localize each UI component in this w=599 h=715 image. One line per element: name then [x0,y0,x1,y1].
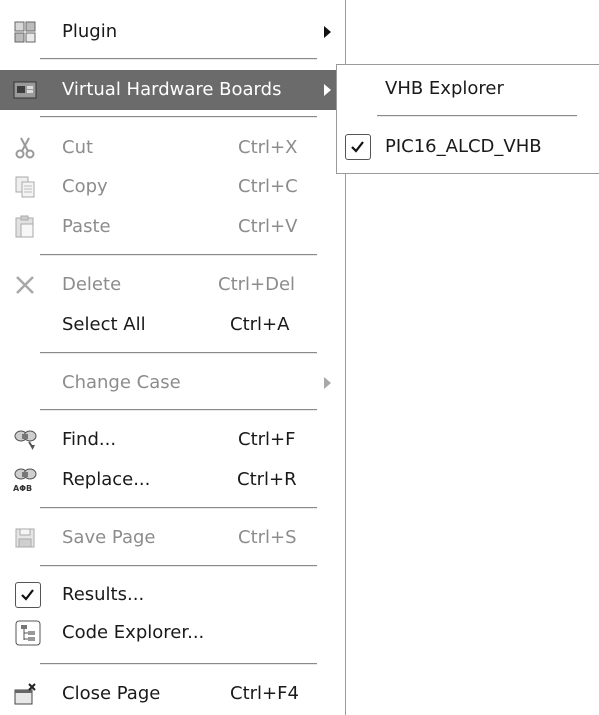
plugin-icon [13,20,37,44]
svg-text:AΦB: AΦB [13,484,32,492]
paste-icon [13,215,37,239]
copy-icon [13,175,37,199]
menu-item-change-case[interactable]: Change Case [0,363,345,403]
save-icon [13,526,37,550]
menu-separator [40,352,317,353]
menu-item-code-explorer[interactable]: Code Explorer... [0,613,345,653]
menu-item-virtual-hardware-boards[interactable]: Virtual Hardware Boards [0,70,345,110]
submenu-item-vhb-explorer[interactable]: VHB Explorer [337,69,599,109]
menu-item-save-page[interactable]: Save Page Ctrl+S [0,518,345,558]
shortcut-label: Ctrl+R [237,469,297,490]
menu-item-label: Code Explorer... [62,622,205,643]
menu-item-label: Results... [62,584,145,605]
menu-item-label: Virtual Hardware Boards [62,79,282,100]
scissors-icon [13,136,37,160]
shortcut-label: Ctrl+V [238,216,298,237]
menu-item-paste[interactable]: Paste Ctrl+V [0,207,345,247]
menu-item-cut[interactable]: Cut Ctrl+X [0,128,345,168]
menu-item-label: Select All [62,314,146,335]
replace-icon: AΦB [13,468,37,493]
menu-item-label: Cut [62,137,94,158]
find-icon [13,428,37,452]
menu-separator [40,507,317,508]
close-page-icon [13,682,37,706]
shortcut-label: Ctrl+X [238,137,298,158]
shortcut-label: Ctrl+F4 [230,683,299,704]
menu-separator [40,409,317,410]
check-icon [345,134,371,160]
menu-item-label: PIC16_ALCD_VHB [385,136,542,157]
menu-item-copy[interactable]: Copy Ctrl+C [0,167,345,207]
menu-item-plugin[interactable]: Plugin [0,12,345,52]
hardware-board-icon [13,78,37,102]
shortcut-label: Ctrl+Del [218,274,296,295]
menu-item-label: Paste [62,216,111,237]
menu-item-select-all[interactable]: Select All Ctrl+A [0,305,345,345]
code-explorer-icon [15,620,41,646]
shortcut-label: Ctrl+A [230,314,290,335]
menu-item-close-page[interactable]: Close Page Ctrl+F4 [0,674,345,714]
menu-item-label: Change Case [62,372,181,393]
menu-item-results[interactable]: Results... [0,575,345,615]
menu-item-label: Delete [62,274,122,295]
menu-separator [40,116,317,117]
menu-item-label: Find... [62,429,117,450]
menu-item-label: Close Page [62,683,161,704]
menu-item-label: Copy [62,176,108,197]
check-icon [15,582,41,608]
submenu-arrow-icon [324,26,331,38]
shortcut-label: Ctrl+F [238,429,296,450]
menu-item-replace[interactable]: AΦB Replace... Ctrl+R [0,460,345,500]
context-menu: Plugin Virtual Hardware Boards Cut Ctrl+… [0,0,346,715]
menu-item-label: Save Page [62,527,156,548]
menu-separator [40,663,317,664]
menu-item-delete[interactable]: Delete Ctrl+Del [0,265,345,305]
menu-separator [40,565,317,566]
submenu-arrow-icon [324,377,331,389]
menu-item-label: VHB Explorer [385,78,504,99]
submenu-item-pic16-alcd-vhb[interactable]: PIC16_ALCD_VHB [337,127,599,167]
menu-item-label: Replace... [62,469,151,490]
menu-separator [40,254,317,255]
virtual-hardware-submenu: VHB Explorer PIC16_ALCD_VHB [336,64,599,174]
menu-separator [377,115,577,116]
menu-item-find[interactable]: Find... Ctrl+F [0,420,345,460]
menu-item-label: Plugin [62,21,118,42]
submenu-arrow-icon [324,84,331,96]
delete-icon [13,273,37,297]
shortcut-label: Ctrl+C [238,176,298,197]
menu-separator [40,58,317,59]
shortcut-label: Ctrl+S [238,527,297,548]
